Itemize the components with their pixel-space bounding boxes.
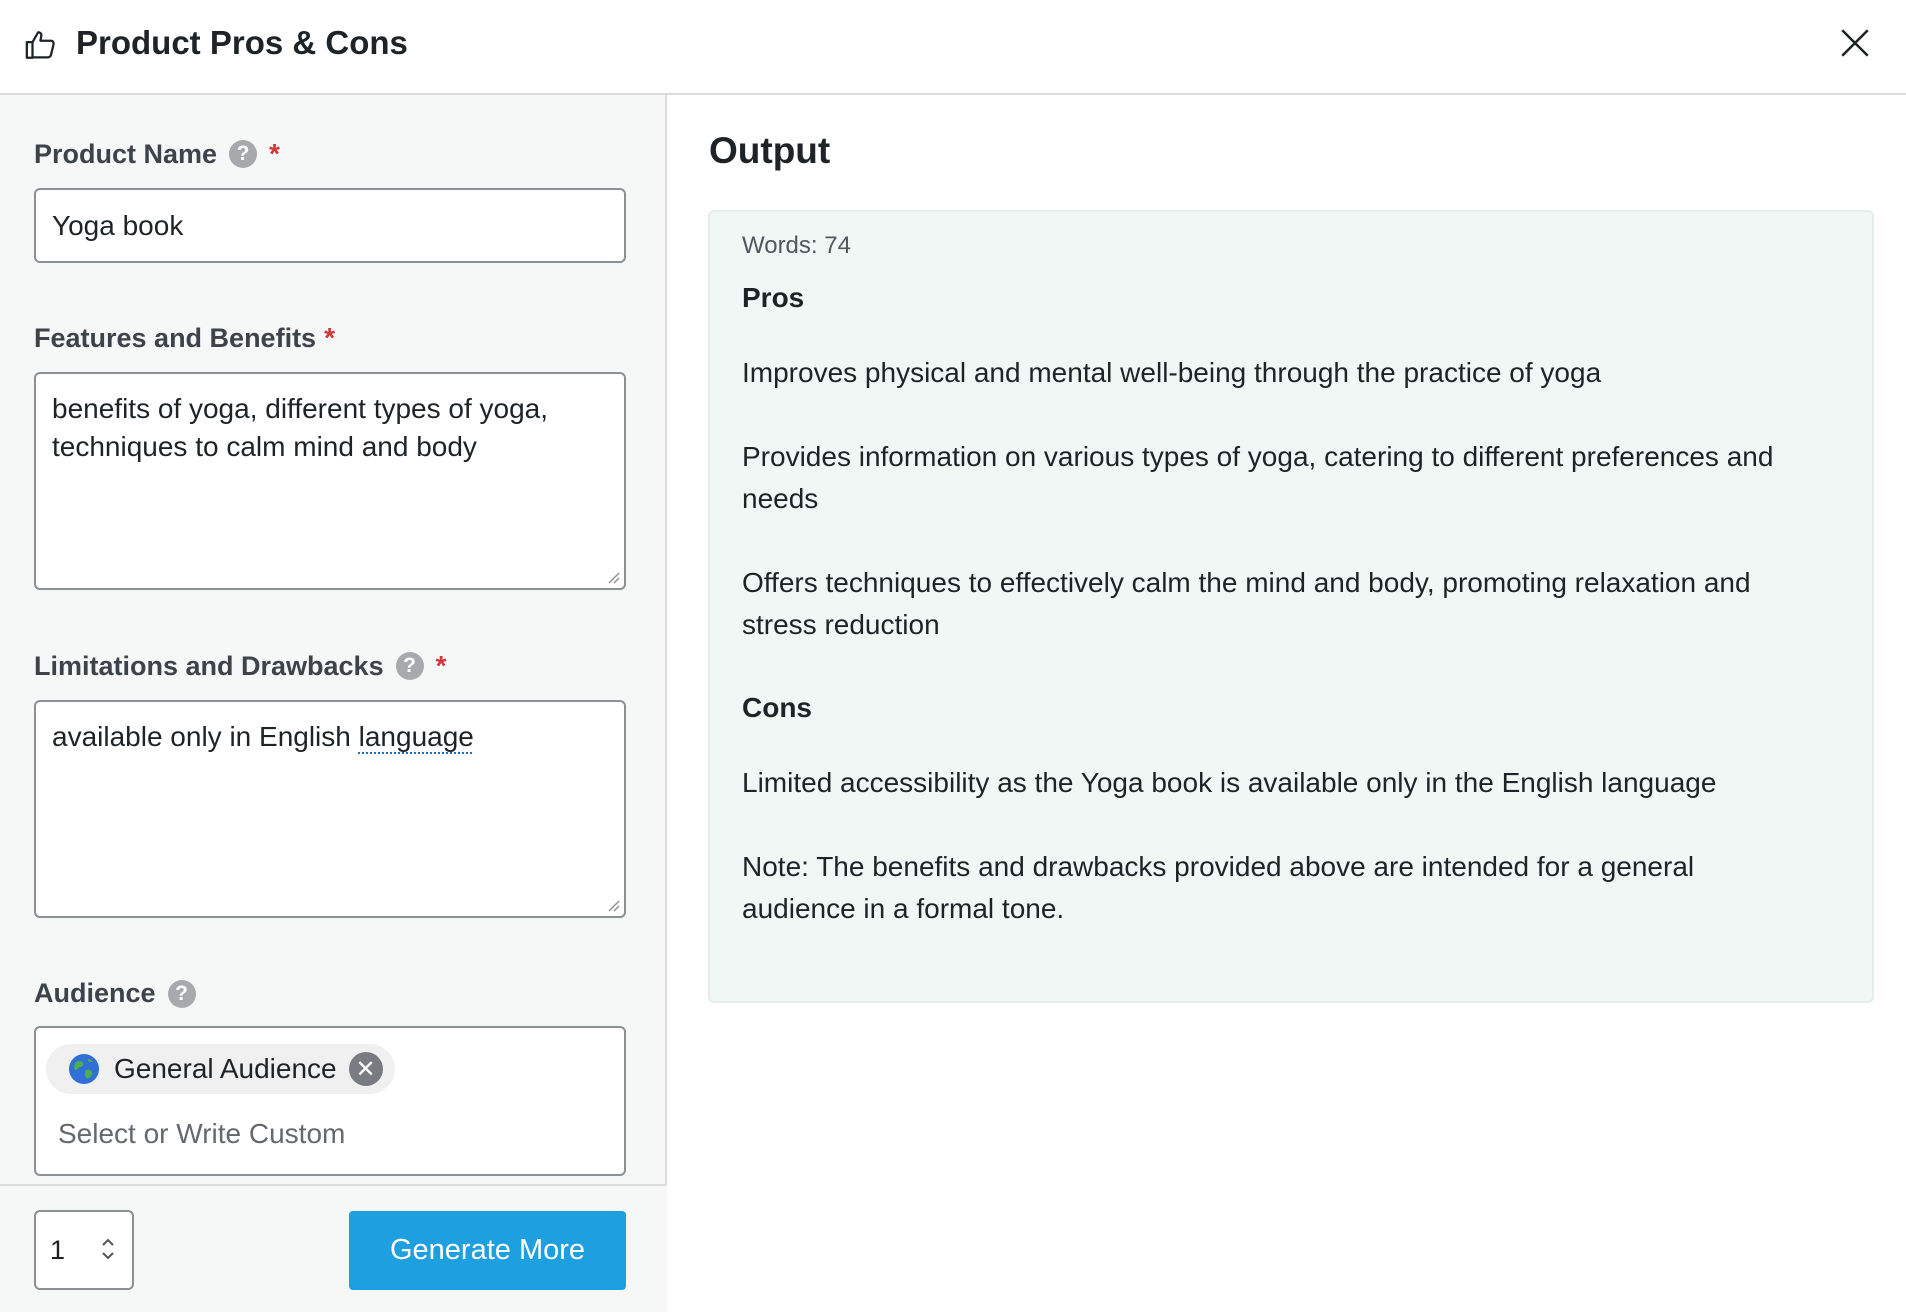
- required-marker: *: [269, 138, 280, 169]
- thumbs-up-icon: [25, 31, 55, 59]
- globe-icon: [69, 1054, 99, 1084]
- limitations-textarea[interactable]: available only in English language: [34, 700, 626, 918]
- audience-chip: General Audience ✕: [46, 1044, 395, 1094]
- resize-handle-icon[interactable]: [606, 898, 620, 912]
- product-name-input[interactable]: Yoga book: [34, 188, 626, 263]
- output-paragraph: Limited accessibility as the Yoga book i…: [742, 767, 1717, 798]
- features-label: Features and Benefits *: [34, 322, 335, 353]
- help-icon[interactable]: ?: [395, 652, 424, 680]
- limitations-label: Limitations and Drawbacks ? *: [34, 650, 447, 681]
- features-textarea[interactable]: benefits of yoga, different types of yog…: [34, 372, 626, 590]
- modal-title: Product Pros & Cons: [76, 24, 408, 61]
- word-count: Words: 74: [742, 232, 851, 259]
- output-paragraph: Provides information on various types of…: [742, 441, 1774, 514]
- count-stepper[interactable]: 1: [34, 1210, 134, 1290]
- help-icon[interactable]: ?: [229, 140, 258, 168]
- output-title: Output: [709, 130, 831, 171]
- resize-handle-icon[interactable]: [606, 570, 620, 584]
- modal-header: Product Pros & Cons: [0, 0, 1906, 95]
- generate-more-button[interactable]: Generate More: [349, 1211, 626, 1290]
- spellcheck-underline: language: [358, 721, 474, 752]
- pros-heading: Pros: [742, 282, 805, 313]
- cons-heading: Cons: [742, 692, 812, 723]
- remove-chip-icon[interactable]: ✕: [348, 1052, 383, 1086]
- output-paragraph: Improves physical and mental well-being …: [742, 357, 1602, 388]
- stepper-arrows-icon[interactable]: [100, 1234, 116, 1264]
- close-icon[interactable]: [1838, 26, 1872, 60]
- required-marker: *: [324, 322, 335, 353]
- audience-label: Audience ?: [34, 978, 196, 1009]
- product-name-label: Product Name ? *: [34, 138, 280, 169]
- form-footer: 1 Generate More: [0, 1184, 667, 1312]
- audience-placeholder: Select or Write Custom: [58, 1118, 346, 1149]
- help-icon[interactable]: ?: [167, 979, 196, 1008]
- output-note: Note: The benefits and drawbacks provide…: [742, 851, 1695, 924]
- output-paragraph: Offers techniques to effectively calm th…: [742, 567, 1751, 640]
- required-marker: *: [435, 650, 447, 681]
